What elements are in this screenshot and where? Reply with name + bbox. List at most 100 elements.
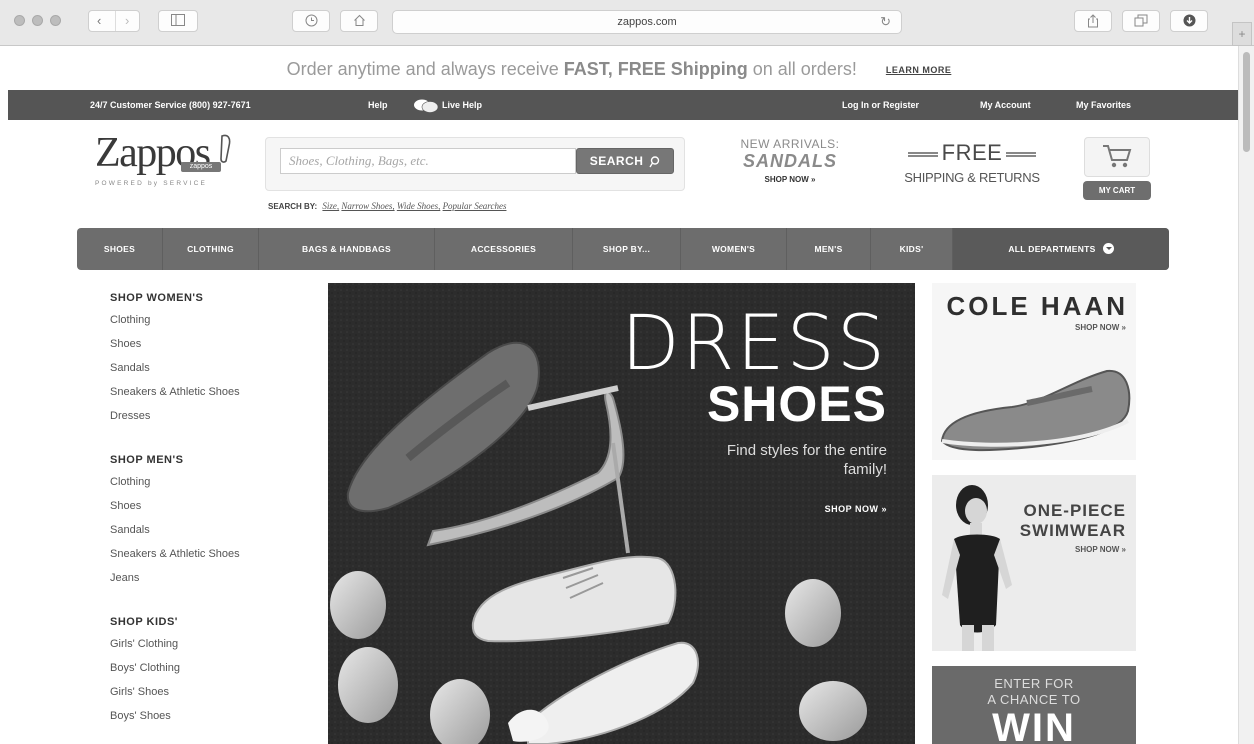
home-icon bbox=[353, 14, 365, 26]
search-by-narrow-link[interactable]: Narrow Shoes, bbox=[341, 201, 394, 211]
search-by-links: SEARCH BY: Size, Narrow Shoes, Wide Shoe… bbox=[268, 201, 506, 211]
my-favorites-link[interactable]: My Favorites bbox=[1076, 90, 1131, 120]
search-button[interactable]: SEARCH bbox=[576, 148, 674, 174]
sidebar-link[interactable]: Clothing bbox=[110, 474, 310, 498]
logo-tagline: POWERED by SERVICE bbox=[95, 180, 208, 187]
shipping-returns-label: SHIPPING & RETURNS bbox=[904, 170, 1040, 185]
divider-lines bbox=[907, 151, 938, 157]
dress-shoes-hero-banner[interactable]: DRESS SHOES Find styles for the entire f… bbox=[328, 283, 915, 744]
sidebar-link[interactable]: Sandals bbox=[110, 522, 310, 546]
forward-arrow-icon[interactable]: › bbox=[125, 11, 129, 31]
sidebar-link[interactable]: Boys' Clothing bbox=[110, 660, 310, 684]
arrivals-shop-now[interactable]: SHOP NOW » bbox=[720, 175, 860, 184]
new-tab-button[interactable]: + bbox=[1232, 22, 1252, 46]
cole-haan-shop-now[interactable]: SHOP NOW » bbox=[1075, 323, 1126, 332]
sidebar-toggle-button[interactable] bbox=[158, 10, 198, 32]
sidebar-link[interactable]: Sneakers & Athletic Shoes bbox=[110, 384, 310, 408]
chevron-down-icon bbox=[1102, 243, 1114, 255]
minimize-window-icon[interactable] bbox=[32, 15, 43, 26]
nav-womens[interactable]: WOMEN'S bbox=[681, 228, 787, 270]
sidebar-link[interactable]: Shoes bbox=[110, 498, 310, 522]
nav-shoes[interactable]: SHOES bbox=[77, 228, 163, 270]
search-by-wide-link[interactable]: Wide Shoes, bbox=[397, 201, 441, 211]
download-icon bbox=[1183, 14, 1195, 27]
nav-kids[interactable]: KIDS' bbox=[871, 228, 953, 270]
sidebar-link[interactable]: Dresses bbox=[110, 408, 310, 432]
search-input[interactable] bbox=[280, 148, 576, 174]
one-piece-swimwear-ad[interactable]: ONE-PIECE SWIMWEAR SHOP NOW » bbox=[932, 475, 1136, 651]
search-icon bbox=[649, 156, 660, 168]
swimwear-model-image bbox=[942, 485, 1012, 651]
loafer-image bbox=[940, 369, 1131, 452]
sidebar-link[interactable]: Boys' Shoes bbox=[110, 708, 310, 732]
hero-title-line1: DRESS bbox=[621, 298, 887, 387]
logo-badge: zappos bbox=[181, 162, 221, 172]
login-register-link[interactable]: Log In or Register bbox=[842, 90, 919, 120]
sidebar-link[interactable]: Jeans bbox=[110, 570, 310, 594]
sidebar-link[interactable]: Clothing bbox=[110, 312, 310, 336]
sidebar-link[interactable]: Girls' Shoes bbox=[110, 684, 310, 708]
tabs-icon bbox=[1134, 14, 1148, 27]
my-account-link[interactable]: My Account bbox=[980, 90, 1031, 120]
search-by-size-link[interactable]: Size, bbox=[322, 201, 339, 211]
learn-more-link[interactable]: LEARN MORE bbox=[886, 65, 952, 75]
sidebar-link[interactable]: Shoes bbox=[110, 336, 310, 360]
search-panel: SEARCH bbox=[265, 137, 685, 191]
share-button[interactable] bbox=[1074, 10, 1112, 32]
new-arrivals-promo[interactable]: NEW ARRIVALS: SANDALS SHOP NOW » bbox=[720, 137, 860, 184]
back-arrow-icon[interactable]: ‹ bbox=[97, 11, 101, 31]
shipping-promo-banner: Order anytime and always receive FAST, F… bbox=[0, 52, 1238, 86]
department-sidebar: SHOP WOMEN'S Clothing Shoes Sandals Snea… bbox=[110, 290, 310, 732]
nav-shop-by[interactable]: SHOP BY... bbox=[573, 228, 681, 270]
nav-all-departments[interactable]: ALL DEPARTMENTS bbox=[953, 228, 1169, 270]
url-text: zappos.com bbox=[617, 16, 677, 28]
zoom-window-icon[interactable] bbox=[50, 15, 61, 26]
close-window-icon[interactable] bbox=[14, 15, 25, 26]
chat-bubbles-icon bbox=[414, 99, 439, 113]
shop-mens-heading[interactable]: SHOP MEN'S bbox=[110, 452, 310, 474]
popular-searches-link[interactable]: Popular Searches bbox=[443, 201, 507, 211]
address-bar[interactable]: zappos.com ↻ bbox=[392, 10, 902, 34]
promo-prefix: Order anytime and always receive bbox=[286, 59, 564, 79]
live-help-label: Live Help bbox=[442, 100, 483, 110]
cart-panel[interactable] bbox=[1084, 137, 1150, 177]
nav-mens[interactable]: MEN'S bbox=[787, 228, 871, 270]
help-link[interactable]: Help bbox=[368, 90, 388, 120]
arrivals-category: SANDALS bbox=[742, 151, 837, 171]
main-navigation: SHOES CLOTHING BAGS & HANDBAGS ACCESSORI… bbox=[77, 228, 1169, 270]
sidebar-link[interactable]: Girls' Clothing bbox=[110, 636, 310, 660]
back-forward-buttons[interactable]: ‹ › bbox=[88, 10, 140, 32]
sidebar-link[interactable]: Sandals bbox=[110, 360, 310, 384]
cole-haan-ad[interactable]: COLE HAAN SHOP NOW » bbox=[932, 283, 1136, 460]
contest-win: WIN bbox=[992, 706, 1076, 744]
swimwear-title-line2: SWIMWEAR bbox=[1019, 521, 1126, 540]
divider-lines bbox=[1006, 151, 1037, 157]
shop-womens-heading[interactable]: SHOP WOMEN'S bbox=[110, 290, 310, 312]
nav-clothing[interactable]: CLOTHING bbox=[163, 228, 259, 270]
utility-bar: 24/7 Customer Service (800) 927-7671 Hel… bbox=[8, 90, 1238, 120]
downloads-button[interactable] bbox=[1170, 10, 1208, 32]
arrivals-title: NEW ARRIVALS: bbox=[740, 137, 840, 151]
free-shipping-promo[interactable]: FREE SHIPPING & RETURNS bbox=[898, 140, 1046, 185]
scrollbar-thumb[interactable] bbox=[1243, 52, 1250, 152]
swimwear-shop-now[interactable]: SHOP NOW » bbox=[1075, 545, 1126, 554]
clock-icon bbox=[305, 14, 317, 27]
contest-ad[interactable]: ENTER FOR A CHANCE TO WIN bbox=[932, 666, 1136, 744]
sidebar-link[interactable]: Sneakers & Athletic Shoes bbox=[110, 546, 310, 570]
my-cart-button[interactable]: MY CART bbox=[1083, 181, 1151, 200]
cole-haan-brand: COLE HAAN bbox=[946, 291, 1128, 321]
zappos-logo[interactable]: Zappos zappos POWERED by SERVICE bbox=[95, 132, 245, 192]
logo-shoe-icon bbox=[220, 134, 231, 163]
nav-bags-handbags[interactable]: BAGS & HANDBAGS bbox=[259, 228, 435, 270]
shop-kids-heading[interactable]: SHOP KIDS' bbox=[110, 614, 310, 636]
page-scrollbar[interactable] bbox=[1238, 46, 1254, 744]
customer-service-phone[interactable]: 24/7 Customer Service (800) 927-7671 bbox=[90, 90, 251, 120]
tabs-overview-button[interactable] bbox=[1122, 10, 1160, 32]
reload-icon[interactable]: ↻ bbox=[880, 11, 891, 33]
hero-shop-now-link[interactable]: SHOP NOW » bbox=[825, 504, 887, 514]
home-button[interactable] bbox=[340, 10, 378, 32]
history-button[interactable] bbox=[292, 10, 330, 32]
all-departments-label: ALL DEPARTMENTS bbox=[1008, 244, 1096, 254]
nav-accessories[interactable]: ACCESSORIES bbox=[435, 228, 573, 270]
live-help-link[interactable]: Live Help bbox=[413, 90, 482, 120]
